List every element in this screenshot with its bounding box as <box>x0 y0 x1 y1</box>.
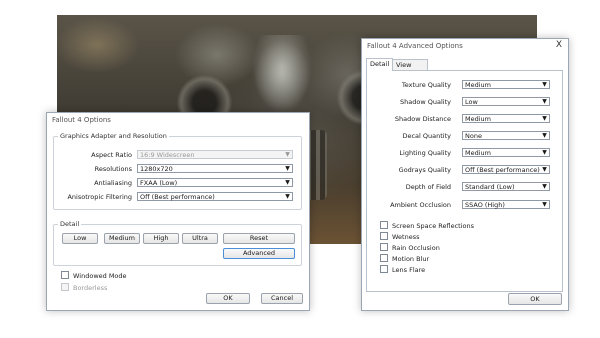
ambient-occlusion-value: SSAO (High) <box>465 201 505 209</box>
decal-quantity-label: Decal Quantity <box>402 132 451 140</box>
antialiasing-label: Antialiasing <box>94 179 132 187</box>
chevron-down-icon: ▼ <box>542 115 547 122</box>
shadow-quality-label: Shadow Quality <box>400 98 451 106</box>
tab-detail[interactable]: Detail <box>366 58 394 71</box>
checkbox-icon <box>380 265 388 273</box>
antialiasing-select[interactable]: FXAA (Low) ▼ <box>137 178 293 187</box>
godrays-quality-select[interactable]: Off (Best performance) ▼ <box>462 165 550 174</box>
detail-group-label: Detail <box>58 220 82 228</box>
depth-of-field-select[interactable]: Standard (Low) ▼ <box>462 182 550 191</box>
aspect-ratio-value: 16:9 Widescreen <box>140 151 195 159</box>
shadow-quality-value: Low <box>465 98 478 106</box>
motion-blur-checkbox[interactable]: Motion Blur <box>380 254 430 263</box>
lens-flare-label: Lens Flare <box>392 266 426 274</box>
detail-tab-panel: Texture Quality Medium ▼ Shadow Quality L… <box>366 70 563 292</box>
chevron-down-icon: ▼ <box>542 166 547 173</box>
options-window-title: Fallout 4 Options <box>52 116 111 124</box>
antialiasing-value: FXAA (Low) <box>140 179 178 187</box>
checkbox-icon <box>61 283 69 291</box>
aspect-ratio-select[interactable]: 16:9 Widescreen ▼ <box>137 150 293 159</box>
chevron-down-icon: ▼ <box>542 81 547 88</box>
texture-quality-select[interactable]: Medium ▼ <box>462 80 550 89</box>
borderless-label: Borderless <box>73 284 108 292</box>
depth-of-field-value: Standard (Low) <box>465 183 515 191</box>
cancel-button[interactable]: Cancel <box>261 293 303 304</box>
ok-button[interactable]: OK <box>206 293 250 304</box>
chevron-down-icon: ▼ <box>285 151 290 158</box>
detail-group: Detail Low Medium High Ultra Reset Advan… <box>53 220 302 266</box>
checkbox-icon <box>380 243 388 251</box>
advanced-options-window: Fallout 4 Advanced Options X Detail View… <box>361 38 569 311</box>
shadow-distance-value: Medium <box>465 115 491 123</box>
chevron-down-icon: ▼ <box>542 149 547 156</box>
graphics-adapter-group: Graphics Adapter and Resolution Aspect R… <box>53 132 302 210</box>
reset-button[interactable]: Reset <box>223 233 295 244</box>
resolutions-value: 1280x720 <box>140 165 173 173</box>
anisotropic-filtering-label: Anisotropic Filtering <box>67 193 132 201</box>
shadow-quality-select[interactable]: Low ▼ <box>462 97 550 106</box>
rain-occlusion-checkbox[interactable]: Rain Occlusion <box>380 243 440 252</box>
options-window: Fallout 4 Options Graphics Adapter and R… <box>46 112 310 311</box>
shadow-distance-select[interactable]: Medium ▼ <box>462 114 550 123</box>
ambient-occlusion-label: Ambient Occlusion <box>390 201 451 209</box>
chevron-down-icon: ▼ <box>542 98 547 105</box>
texture-quality-value: Medium <box>465 81 491 89</box>
texture-quality-label: Texture Quality <box>401 81 451 89</box>
checkbox-icon <box>61 271 69 279</box>
screen-space-reflections-label: Screen Space Reflections <box>392 222 475 230</box>
decal-quantity-select[interactable]: None ▼ <box>462 131 550 140</box>
ultra-preset-button[interactable]: Ultra <box>182 233 218 244</box>
advanced-window-title: Fallout 4 Advanced Options <box>367 42 463 50</box>
anisotropic-filtering-value: Off (Best performance) <box>140 193 215 201</box>
lighting-quality-select[interactable]: Medium ▼ <box>462 148 550 157</box>
chevron-down-icon: ▼ <box>542 132 547 139</box>
resolutions-label: Resolutions <box>94 165 132 173</box>
godrays-quality-label: Godrays Quality <box>398 166 451 174</box>
checkbox-icon <box>380 232 388 240</box>
borderless-checkbox[interactable]: Borderless <box>61 283 108 292</box>
chevron-down-icon: ▼ <box>285 165 290 172</box>
rain-occlusion-label: Rain Occlusion <box>392 244 440 252</box>
chevron-down-icon: ▼ <box>285 179 290 186</box>
checkbox-icon <box>380 221 388 229</box>
resolutions-select[interactable]: 1280x720 ▼ <box>137 164 293 173</box>
chevron-down-icon: ▼ <box>285 193 290 200</box>
checkbox-icon <box>380 254 388 262</box>
windowed-mode-checkbox[interactable]: Windowed Mode <box>61 271 127 280</box>
medium-preset-button[interactable]: Medium <box>104 233 140 244</box>
helmet-highlight <box>252 35 312 115</box>
low-preset-button[interactable]: Low <box>62 233 98 244</box>
lighting-quality-value: Medium <box>465 149 491 157</box>
graphics-group-label: Graphics Adapter and Resolution <box>58 132 169 140</box>
chevron-down-icon: ▼ <box>542 183 547 190</box>
high-preset-button[interactable]: High <box>143 233 179 244</box>
chevron-down-icon: ▼ <box>542 201 547 208</box>
depth-of-field-label: Depth of Field <box>405 183 451 191</box>
lens-flare-checkbox[interactable]: Lens Flare <box>380 265 426 274</box>
anisotropic-filtering-select[interactable]: Off (Best performance) ▼ <box>137 192 293 201</box>
lighting-quality-label: Lighting Quality <box>399 149 451 157</box>
shadow-distance-label: Shadow Distance <box>394 115 451 123</box>
wetness-label: Wetness <box>392 233 420 241</box>
decal-quantity-value: None <box>465 132 482 140</box>
motion-blur-label: Motion Blur <box>392 255 430 263</box>
aspect-ratio-label: Aspect Ratio <box>91 151 132 159</box>
screen-space-reflections-checkbox[interactable]: Screen Space Reflections <box>380 221 475 230</box>
windowed-mode-label: Windowed Mode <box>73 272 127 280</box>
advanced-button[interactable]: Advanced <box>223 248 295 259</box>
advanced-ok-button[interactable]: OK <box>508 293 562 305</box>
close-icon[interactable]: X <box>552 40 566 51</box>
ambient-occlusion-select[interactable]: SSAO (High) ▼ <box>462 200 550 209</box>
wetness-checkbox[interactable]: Wetness <box>380 232 420 241</box>
godrays-quality-value: Off (Best performance) <box>465 166 540 174</box>
